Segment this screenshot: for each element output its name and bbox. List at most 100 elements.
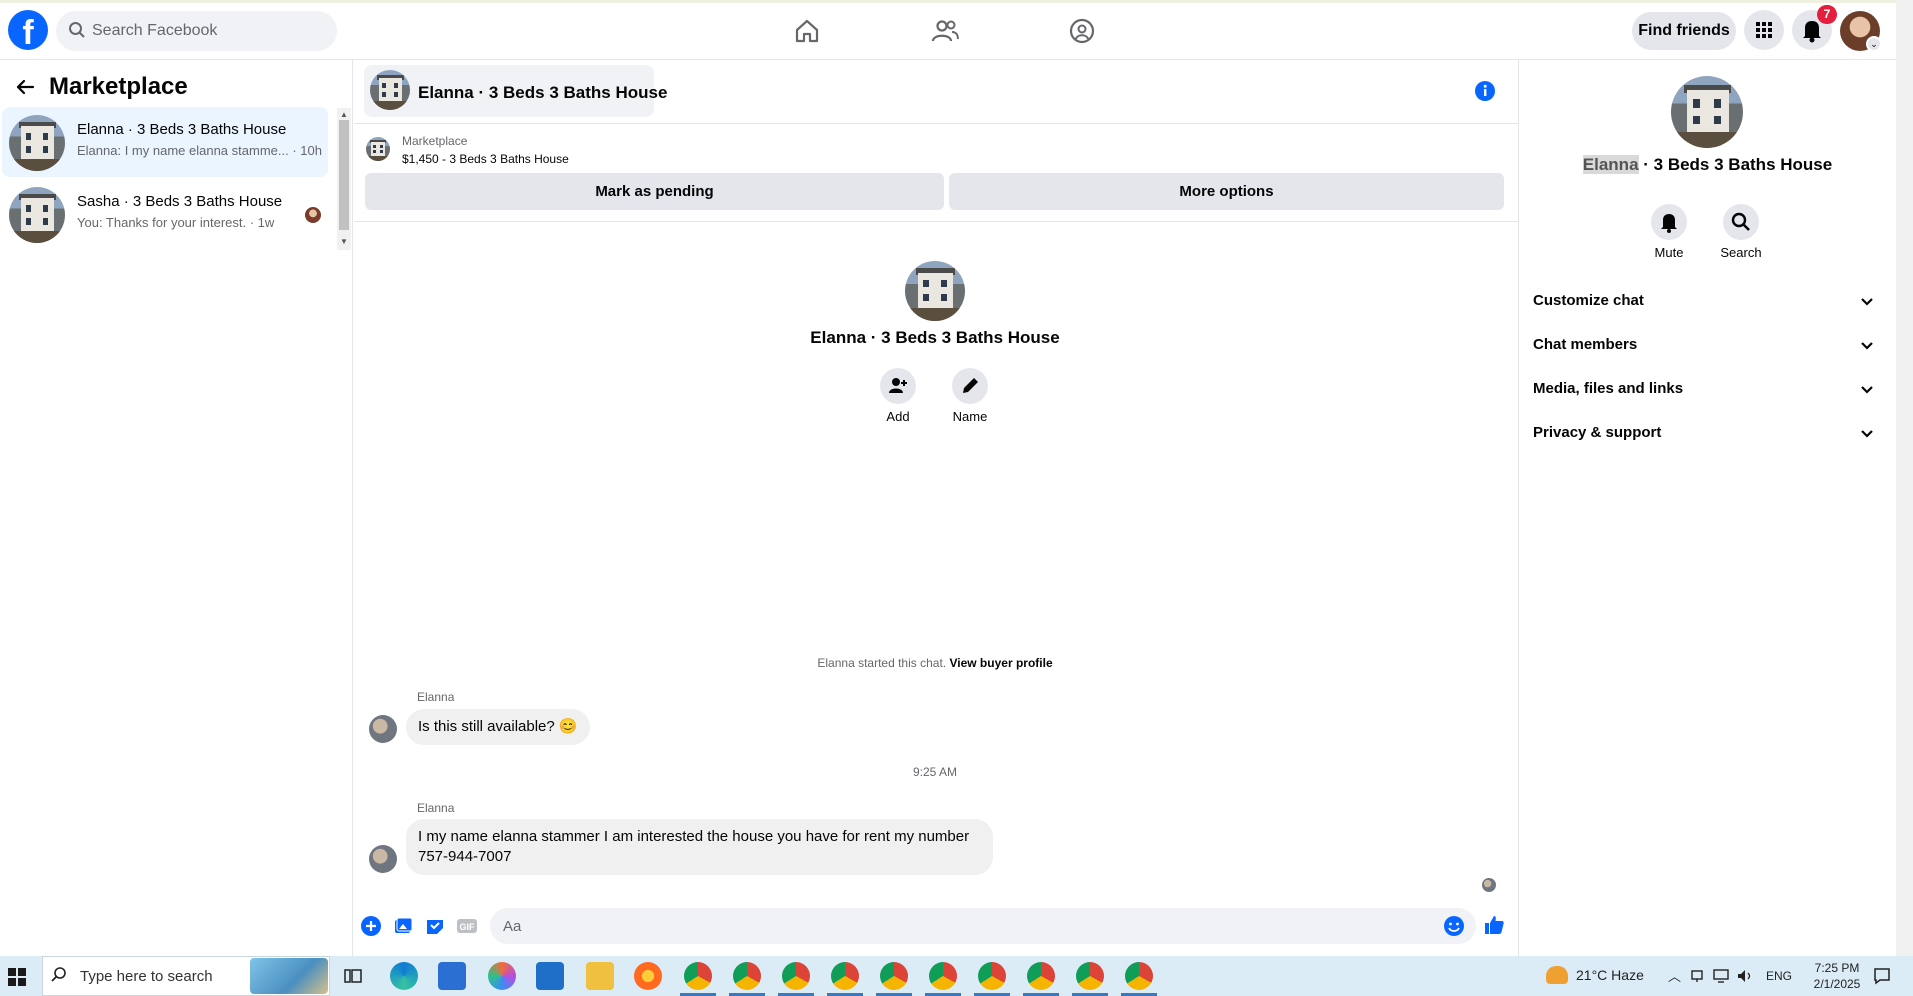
bell-icon (1661, 214, 1677, 233)
search-icon (51, 967, 66, 982)
clock-time: 7:25 PM (1814, 961, 1860, 975)
facebook-logo-icon[interactable]: f (8, 10, 48, 50)
media-files-links-section[interactable]: Media, files and links (1533, 371, 1883, 407)
friends-icon[interactable] (930, 16, 960, 46)
privacy-support-section[interactable]: Privacy & support (1533, 415, 1883, 451)
back-arrow-icon[interactable] (14, 76, 36, 98)
weather-text[interactable]: 21°C Haze (1576, 967, 1644, 983)
listing-thumbnail[interactable] (366, 137, 390, 161)
conversation-name: Elanna · 3 Beds 3 Baths House (77, 121, 287, 138)
message-input[interactable] (490, 908, 1476, 944)
file-explorer-icon[interactable] (586, 962, 614, 990)
svg-text:GIF: GIF (460, 922, 476, 932)
section-label: Privacy & support (1533, 424, 1662, 441)
sender-avatar[interactable] (369, 845, 397, 873)
chrome-icon[interactable] (929, 962, 957, 990)
chat-house-thumbnail (370, 70, 410, 110)
gif-icon[interactable]: GIF (456, 915, 478, 937)
scroll-up-arrow-icon[interactable]: ▲ (339, 110, 349, 119)
notification-center-icon[interactable] (1872, 966, 1892, 986)
thumbs-up-icon[interactable] (1483, 914, 1505, 936)
chevron-up-icon[interactable]: ︿ (1668, 966, 1681, 985)
search-icon (1731, 212, 1750, 231)
chrome-icon[interactable] (733, 962, 761, 990)
clock-date: 2/1/2025 (1813, 977, 1861, 991)
windows-start-icon[interactable] (8, 968, 26, 986)
menu-grid-button[interactable] (1744, 10, 1784, 50)
sticker-icon[interactable] (424, 915, 446, 937)
chevron-down-icon (1861, 298, 1873, 306)
chat-intro-avatar (905, 261, 965, 321)
chrome-icon[interactable] (1076, 962, 1104, 990)
edge-icon[interactable] (390, 962, 418, 990)
customize-chat-section[interactable]: Customize chat (1533, 283, 1883, 319)
conversation-item[interactable]: Sasha · 3 Beds 3 Baths House You: Thanks… (2, 179, 328, 249)
chrome-icon[interactable] (831, 962, 859, 990)
groups-icon[interactable] (1067, 16, 1097, 46)
house-thumbnail (9, 187, 65, 243)
volume-icon[interactable] (1736, 968, 1754, 984)
chevron-down-icon (1861, 386, 1873, 394)
message-bubble[interactable]: Is this still available? 😊 (406, 709, 590, 745)
chat-title: Elanna · 3 Beds 3 Baths House (418, 83, 668, 102)
taskbar-clock[interactable]: 7:25 PM 2/1/2025 (1802, 960, 1872, 992)
firefox-icon[interactable] (634, 962, 662, 990)
section-label: Customize chat (1533, 292, 1644, 309)
chrome-icon[interactable] (1027, 962, 1055, 990)
sender-avatar[interactable] (369, 715, 397, 743)
store-icon[interactable] (438, 962, 466, 990)
chrome-icon[interactable] (684, 962, 712, 990)
conversation-item[interactable]: Elanna · 3 Beds 3 Baths House Elanna: I … (2, 107, 328, 177)
chevron-down-icon (1861, 342, 1873, 350)
message-input-placeholder: Aa (503, 918, 522, 935)
house-thumbnail (9, 115, 65, 171)
details-title-rest: · 3 Beds 3 Baths House (1638, 155, 1833, 174)
notification-count-badge: 7 (1817, 5, 1837, 24)
listing-price[interactable]: $1,450 - 3 Beds 3 Baths House (402, 152, 569, 166)
edit-name-button[interactable] (952, 368, 988, 404)
copilot-icon[interactable] (488, 962, 516, 990)
search-in-chat-button[interactable] (1723, 204, 1759, 240)
mark-as-pending-button[interactable]: Mark as pending (365, 173, 944, 210)
more-options-button[interactable]: More options (949, 173, 1504, 210)
weather-icon[interactable] (1546, 966, 1568, 984)
taskbar-search-placeholder: Type here to search (80, 968, 213, 985)
message-bubble[interactable]: I my name elanna stammer I am interested… (406, 819, 993, 875)
meet-icon[interactable] (1690, 968, 1704, 984)
scrollbar-thumb[interactable] (339, 120, 349, 230)
search-highlight-image (250, 958, 328, 994)
info-icon[interactable] (1474, 80, 1496, 102)
network-icon[interactable] (1712, 968, 1730, 984)
pencil-icon (963, 378, 978, 393)
section-label: Media, files and links (1533, 380, 1684, 397)
chat-members-section[interactable]: Chat members (1533, 327, 1883, 363)
mute-label: Mute (1654, 245, 1684, 260)
chrome-icon[interactable] (782, 962, 810, 990)
search-placeholder: Search Facebook (92, 22, 218, 39)
page-scrollbar[interactable] (1896, 0, 1913, 956)
chrome-icon[interactable] (978, 962, 1006, 990)
emoji-icon[interactable] (1443, 915, 1465, 937)
plus-circle-icon[interactable] (360, 915, 382, 937)
scroll-down-arrow-icon[interactable]: ▼ (339, 237, 349, 246)
add-person-button[interactable] (880, 368, 916, 404)
chat-started-notice: Elanna started this chat. View buyer pro… (700, 656, 1170, 670)
name-label: Name (952, 409, 988, 424)
chevron-down-icon[interactable]: ⌄ (1866, 36, 1882, 52)
language-indicator[interactable]: ENG (1766, 969, 1792, 983)
chrome-icon[interactable] (880, 962, 908, 990)
find-friends-button[interactable]: Find friends (1632, 12, 1736, 50)
chrome-icon[interactable] (1125, 962, 1153, 990)
photo-icon[interactable] (392, 915, 414, 937)
home-icon[interactable] (792, 16, 822, 46)
mail-icon[interactable] (536, 962, 564, 990)
search-icon (69, 22, 85, 38)
details-title-name: Elanna (1582, 155, 1639, 174)
view-buyer-profile-link[interactable]: View buyer profile (949, 656, 1052, 670)
facebook-search-input[interactable]: Search Facebook (56, 11, 337, 51)
seen-indicator-avatar (1482, 878, 1496, 892)
task-view-icon[interactable] (343, 966, 363, 986)
mute-button[interactable] (1651, 204, 1687, 240)
message-sender: Elanna (417, 801, 455, 815)
conversation-snippet: Elanna: I my name elanna stamme... · 10h (77, 143, 322, 158)
